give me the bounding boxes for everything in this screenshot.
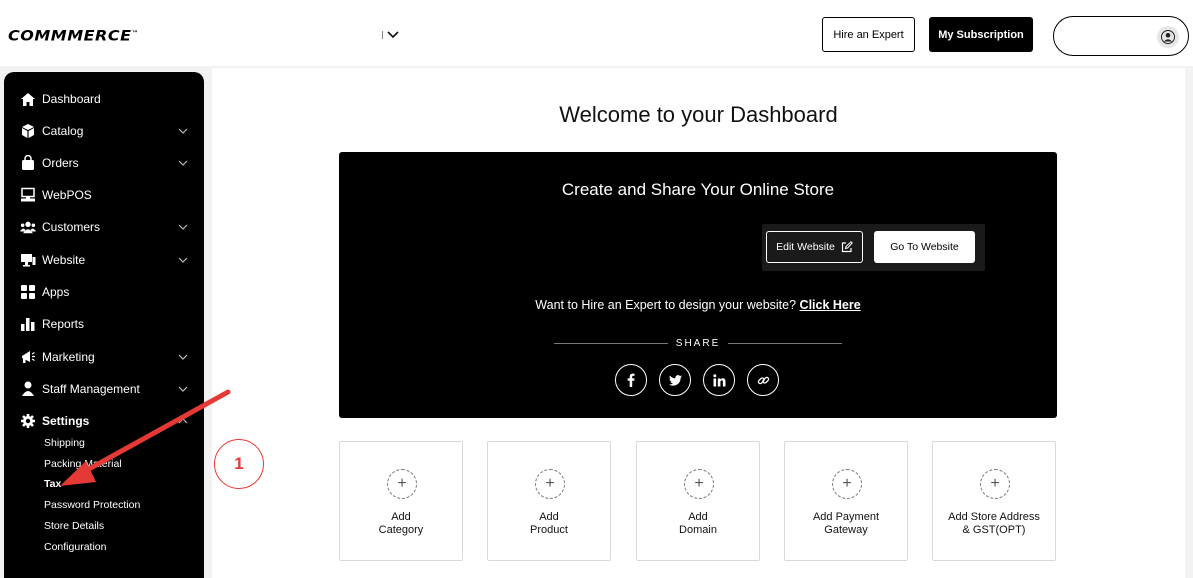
- sidebar-subitem-shipping[interactable]: Shipping: [44, 437, 85, 449]
- link-icon: [757, 376, 769, 384]
- sidebar-item-webpos[interactable]: WebPOS: [4, 183, 204, 207]
- chevron-up-icon: [178, 418, 188, 424]
- chevron-down-icon: [178, 160, 188, 166]
- megaphone-icon: [20, 349, 36, 365]
- sidebar-item-orders[interactable]: Orders: [4, 151, 204, 175]
- store-hero-panel: Create and Share Your Online Store Edit …: [339, 152, 1057, 418]
- add-product-card[interactable]: + Add Product: [487, 441, 611, 561]
- sidebar-item-apps[interactable]: Apps: [4, 280, 204, 304]
- twitter-icon: [668, 374, 682, 386]
- plus-icon: +: [387, 469, 417, 499]
- bag-icon: [20, 155, 36, 171]
- plus-icon: +: [684, 469, 714, 499]
- card-label: Add Store Address & GST(OPT): [948, 511, 1040, 536]
- add-category-card[interactable]: + Add Category: [339, 441, 463, 561]
- brand-logo[interactable]: COMMMERCE™: [8, 27, 139, 44]
- sidebar-subitem-store-details[interactable]: Store Details: [44, 520, 104, 532]
- chevron-down-icon: [178, 354, 188, 360]
- add-domain-card[interactable]: + Add Domain: [636, 441, 760, 561]
- home-icon: [20, 91, 36, 107]
- monitor-icon: [20, 252, 36, 268]
- sidebar-item-customers[interactable]: Customers: [4, 215, 204, 239]
- grid-icon: [20, 284, 36, 300]
- chevron-down-icon: [178, 128, 188, 134]
- step-number-badge: 1: [214, 439, 264, 489]
- staff-icon: [20, 381, 36, 397]
- sidebar-subitem-configuration[interactable]: Configuration: [44, 541, 106, 553]
- twitter-share-button[interactable]: [659, 364, 691, 396]
- user-icon: [1161, 30, 1175, 44]
- plus-icon: +: [832, 469, 862, 499]
- divider: [382, 31, 383, 39]
- add-store-address-card[interactable]: + Add Store Address & GST(OPT): [932, 441, 1056, 561]
- pos-icon: [20, 187, 36, 203]
- sidebar-item-marketing[interactable]: Marketing: [4, 345, 204, 369]
- share-divider: SHARE: [554, 336, 843, 350]
- chevron-down-icon: [178, 257, 188, 263]
- card-label: Add Domain: [679, 511, 717, 536]
- sidebar-item-reports[interactable]: Reports: [4, 312, 204, 336]
- go-to-website-button[interactable]: Go To Website: [874, 231, 975, 263]
- plus-icon: +: [535, 469, 565, 499]
- sidebar: Dashboard Catalog Orders WebPOS Customer…: [4, 72, 204, 578]
- page-title: Welcome to your Dashboard: [559, 102, 838, 127]
- chevron-down-icon: [178, 386, 188, 392]
- my-subscription-button[interactable]: My Subscription: [929, 17, 1033, 52]
- sidebar-item-website[interactable]: Website: [4, 248, 204, 272]
- share-label: SHARE: [675, 337, 721, 349]
- plus-icon: +: [980, 469, 1010, 499]
- hero-title: Create and Share Your Online Store: [561, 180, 835, 199]
- box-icon: [20, 123, 36, 139]
- chevron-down-icon: [387, 31, 399, 39]
- chevron-down-icon: [178, 224, 188, 230]
- hire-expert-text: Want to Hire an Expert to design your we…: [535, 298, 861, 312]
- store-selector[interactable]: [382, 26, 408, 44]
- hire-expert-button[interactable]: Hire an Expert: [822, 17, 915, 52]
- edit-website-button[interactable]: Edit Website: [766, 231, 863, 263]
- linkedin-icon: [712, 373, 725, 386]
- add-payment-gateway-card[interactable]: + Add Payment Gateway: [784, 441, 908, 561]
- sidebar-item-settings[interactable]: Settings: [4, 409, 204, 433]
- top-header: COMMMERCE™ Hire an Expert My Subscriptio…: [0, 0, 1193, 66]
- facebook-share-button[interactable]: [615, 364, 647, 396]
- avatar: [1157, 26, 1179, 48]
- bar-chart-icon: [20, 316, 36, 332]
- copy-link-button[interactable]: [747, 364, 779, 396]
- sidebar-item-staff-management[interactable]: Staff Management: [4, 377, 204, 401]
- click-here-link[interactable]: Click Here: [800, 298, 861, 312]
- gear-icon: [20, 413, 36, 429]
- card-label: Add Payment Gateway: [812, 511, 880, 536]
- profile-menu[interactable]: [1053, 16, 1189, 56]
- card-label: Add Product: [530, 511, 568, 536]
- users-icon: [20, 219, 36, 235]
- facebook-icon: [627, 373, 635, 387]
- sidebar-item-catalog[interactable]: Catalog: [4, 119, 204, 143]
- sidebar-subitem-password-protection[interactable]: Password Protection: [44, 499, 140, 511]
- website-actions: Edit Website Go To Website: [762, 224, 985, 271]
- card-label: Add Category: [378, 511, 424, 536]
- sidebar-subitem-packing-material[interactable]: Packing Material: [44, 458, 122, 470]
- sidebar-item-dashboard[interactable]: Dashboard: [4, 87, 204, 111]
- sidebar-subitem-tax[interactable]: Tax: [44, 478, 61, 490]
- edit-icon: [841, 241, 853, 253]
- main-content: Welcome to your Dashboard Create and Sha…: [212, 68, 1185, 578]
- linkedin-share-button[interactable]: [703, 364, 735, 396]
